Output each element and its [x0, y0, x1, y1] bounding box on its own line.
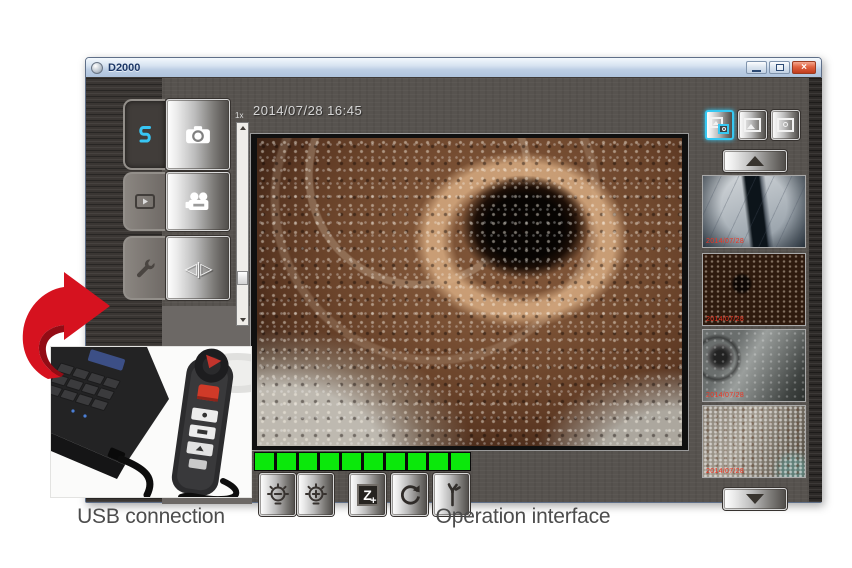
level-segment — [451, 453, 470, 470]
caption-usb-connection: USB connection — [50, 505, 252, 529]
minimize-icon — [752, 70, 761, 72]
level-segment — [342, 453, 361, 470]
brightness-up-button[interactable] — [297, 473, 334, 516]
level-segment — [299, 453, 318, 470]
gallery-scroll-up-button[interactable] — [723, 150, 787, 172]
gallery-thumbnail-2[interactable]: 2014/07/28 — [702, 253, 806, 326]
tab-file-playback[interactable] — [123, 172, 165, 231]
compare-playback-button[interactable]: ◁|▷ — [166, 236, 230, 300]
live-timestamp: 2014/07/28 16:45 — [253, 103, 362, 118]
gallery-thumbnail-3[interactable]: 2014/07/28 — [702, 329, 806, 402]
wrench-icon — [135, 258, 155, 278]
video-clip-icon — [777, 118, 794, 132]
compare-playback-icon: ◁|▷ — [185, 259, 212, 278]
app-icon — [91, 62, 103, 74]
photo-icon — [744, 118, 761, 132]
file-play-icon — [135, 194, 155, 209]
scroll-up-icon — [746, 156, 764, 166]
level-segment — [320, 453, 339, 470]
bulb-plus-icon — [303, 482, 329, 508]
thumbnail-timestamp: 2014/07/28 — [706, 316, 744, 323]
level-segment — [429, 453, 448, 470]
brightness-down-button[interactable] — [259, 473, 296, 516]
thumbnail-timestamp: 2014/07/28 — [706, 392, 744, 399]
level-segment — [364, 453, 383, 470]
scroll-down-icon — [746, 494, 764, 504]
level-segment — [386, 453, 405, 470]
thumbnail-timestamp: 2014/07/28 — [706, 468, 744, 475]
zoom-slider[interactable] — [236, 122, 249, 326]
red-arrow-icon — [20, 270, 110, 382]
gallery-thumbnail-4[interactable]: 2014/07/28 — [702, 405, 806, 478]
camera-icon — [185, 124, 211, 145]
probe-scope-icon — [134, 124, 156, 146]
gallery-thumbnail-1[interactable]: 2014/07/28 — [702, 175, 806, 248]
minimize-button[interactable] — [746, 61, 767, 74]
zoom-level-label: 1x — [235, 111, 243, 120]
thumbnail-timestamp: 2014/07/28 — [706, 238, 744, 245]
slider-thumb[interactable] — [237, 271, 248, 285]
page: D2000 × — [0, 0, 852, 568]
record-button[interactable] — [166, 172, 230, 231]
filter-all-media-button[interactable] — [705, 110, 734, 140]
filter-videos-button[interactable] — [771, 110, 800, 140]
live-video-frame — [250, 133, 689, 451]
window-title: D2000 — [108, 62, 140, 74]
rotate-icon — [397, 482, 423, 508]
media-all-icon — [710, 117, 729, 134]
video-camera-icon — [185, 191, 212, 212]
tab-settings[interactable] — [123, 236, 165, 300]
restore-button[interactable] — [769, 61, 790, 74]
tab-probe-live[interactable] — [123, 99, 165, 170]
down-arrow-icon — [240, 318, 246, 322]
caption-operation-interface: Operation interface — [373, 505, 673, 529]
zoom-z-icon: Z + — [357, 484, 379, 506]
right-texture-strip — [809, 78, 822, 502]
titlebar: D2000 × — [86, 58, 821, 77]
snapshot-button[interactable] — [166, 99, 230, 170]
close-button[interactable]: × — [792, 61, 816, 74]
up-arrow-icon — [240, 126, 246, 130]
level-segment — [408, 453, 427, 470]
level-segment — [255, 453, 274, 470]
slider-down-arrow[interactable] — [237, 315, 248, 325]
bulb-minus-icon — [265, 482, 291, 508]
live-video-feed — [257, 138, 682, 446]
window-controls: × — [746, 61, 816, 74]
filter-photos-button[interactable] — [738, 110, 767, 140]
gallery-scroll-down-button[interactable] — [723, 488, 787, 510]
close-icon: × — [801, 63, 807, 73]
level-segment — [277, 453, 296, 470]
retrieval-tool-icon — [439, 482, 465, 508]
slider-up-arrow[interactable] — [237, 123, 248, 133]
restore-icon — [776, 64, 784, 71]
light-level-bar — [254, 452, 471, 471]
